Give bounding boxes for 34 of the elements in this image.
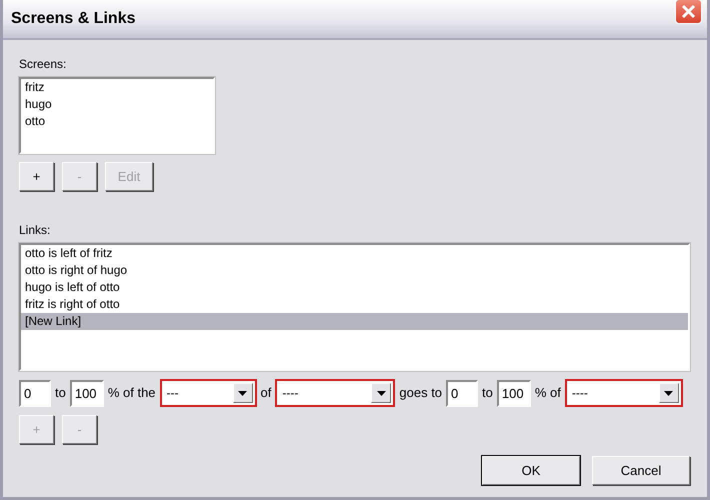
window-title: Screens & Links (11, 9, 136, 29)
input-field[interactable]: 0 (19, 380, 51, 406)
rule-text: goes to (399, 384, 442, 402)
caret-icon (376, 390, 386, 396)
list-item[interactable]: otto is right of hugo (21, 262, 688, 279)
list-item[interactable]: otto is left of fritz (21, 245, 688, 262)
dropdown[interactable]: --- (160, 379, 257, 407)
close-icon (681, 4, 696, 18)
rule-text: to (482, 384, 493, 402)
list-item[interactable]: fritz (21, 79, 48, 96)
dropdown[interactable]: ---- (275, 379, 396, 407)
input-field[interactable]: 100 (496, 380, 531, 406)
close-button[interactable] (675, 0, 702, 24)
rule-text: of (260, 384, 272, 402)
caret-icon (238, 390, 248, 396)
list-item[interactable]: hugo is left of otto (21, 279, 688, 296)
button[interactable]: OK (482, 456, 580, 485)
list-item[interactable]: hugo (21, 96, 56, 113)
input-field[interactable]: 0 (446, 380, 478, 406)
caret-icon (664, 390, 674, 396)
list-item[interactable]: [New Link] (21, 313, 688, 330)
input-field[interactable]: 100 (70, 380, 104, 406)
button[interactable]: Cancel (592, 456, 690, 485)
list-item[interactable]: otto (21, 113, 50, 130)
rule-text: % of the (108, 384, 156, 402)
list-item[interactable]: fritz is right of otto (21, 296, 688, 313)
rule-text: to (55, 384, 66, 402)
links-label: Links: (19, 222, 50, 239)
button[interactable]: + (19, 162, 54, 191)
rule-text: % of (534, 384, 561, 402)
screens-label: Screens: (19, 56, 66, 73)
links-list[interactable]: otto is left of fritz otto is right of hugo hugo is left of otto fritz is right of otto [New Link] (19, 243, 690, 371)
screens-list[interactable]: fritz hugo otto (19, 77, 215, 154)
dropdown[interactable]: ---- (564, 379, 683, 407)
